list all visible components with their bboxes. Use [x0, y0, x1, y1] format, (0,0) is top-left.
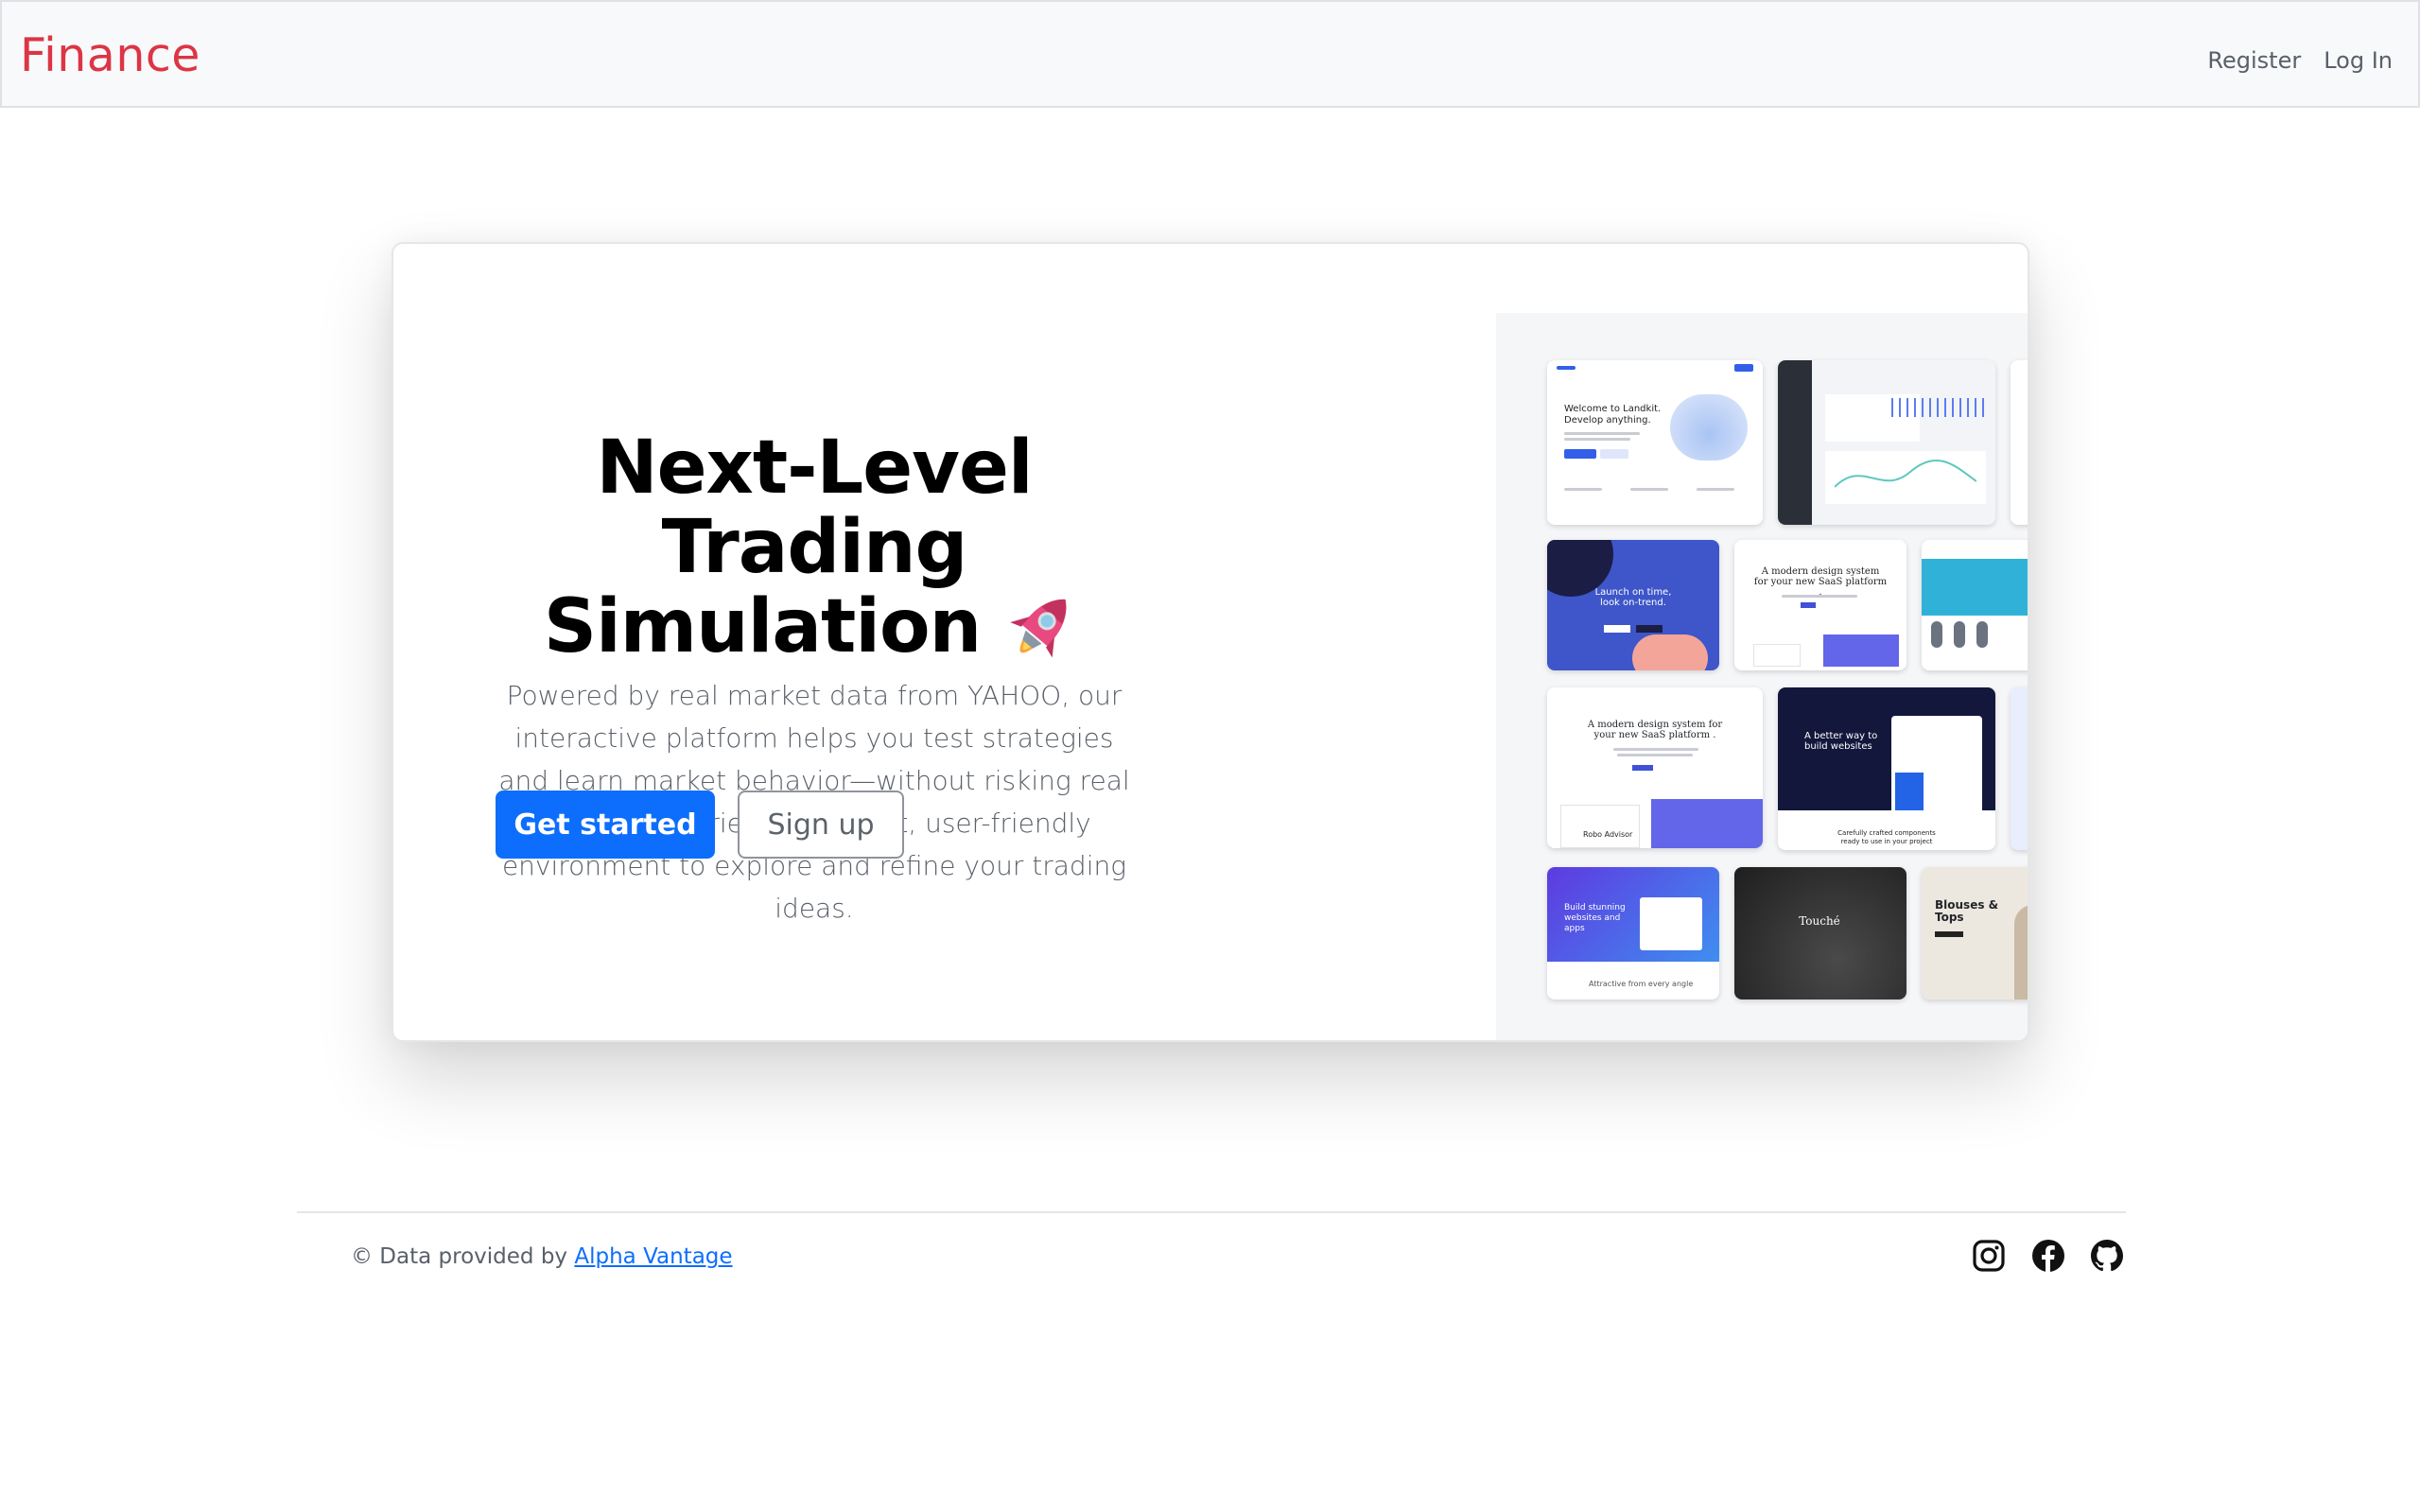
alpha-vantage-link[interactable]: Alpha Vantage	[574, 1244, 732, 1269]
preview-build-stunning: Build stunning websites and apps Attract…	[1547, 867, 1719, 999]
preview-better-way: A better way to build websites Carefully…	[1778, 687, 1995, 850]
instagram-icon[interactable]	[1972, 1239, 2006, 1273]
facebook-icon[interactable]	[2031, 1239, 2065, 1273]
preview-touche: Touché	[1734, 867, 1906, 999]
register-link[interactable]: Register	[2207, 47, 2301, 74]
footer-prefix: © Data provided by	[351, 1244, 568, 1269]
hero-buttons: Get started Sign up	[496, 791, 904, 859]
preview-launch-time: Launch on time, look on-trend.	[1547, 540, 1719, 670]
brand-logo[interactable]: Finance	[20, 28, 200, 82]
preview-landkit-home: Welcome to Landkit. Develop anything.	[1547, 360, 1763, 525]
preview-dashboard	[1778, 360, 1995, 525]
better-way-text: A better way to build websites	[1804, 731, 1878, 752]
landkit-develop-text: Develop anything.	[1564, 415, 1651, 426]
design-system-2-text: A modern design system for your new SaaS…	[1587, 720, 1723, 740]
nav-links: Register Log In	[2207, 47, 2393, 74]
preview-edge-2	[1922, 540, 2028, 670]
navbar: Finance Register Log In	[0, 0, 2420, 108]
get-started-button[interactable]: Get started	[496, 791, 715, 859]
template-preview-collage: Welcome to Landkit. Develop anything. La…	[1496, 313, 2028, 1040]
landkit-welcome-text: Welcome to Landkit.	[1564, 404, 1662, 414]
login-link[interactable]: Log In	[2324, 47, 2393, 74]
hero-title-text: Next-Level Trading Simulation	[543, 426, 1034, 669]
sign-up-button[interactable]: Sign up	[738, 791, 904, 859]
build-stunning-text: Build stunning websites and apps	[1564, 903, 1626, 933]
preview-blouses: Blouses & Tops	[1922, 867, 2028, 999]
carefully-crafted-text: Carefully crafted components ready to us…	[1837, 829, 1936, 845]
touche-text: Touché	[1799, 914, 1840, 928]
launch-time-text: Launch on time, look on-trend.	[1594, 587, 1672, 608]
blouses-text: Blouses & Tops	[1935, 898, 1999, 924]
footer-credit: © Data provided by Alpha Vantage	[351, 1244, 733, 1269]
preview-design-system: A modern design system for your new SaaS…	[1734, 540, 1906, 670]
design-system-text: A modern design system for your new SaaS…	[1753, 566, 1888, 598]
robo-advisor-text: Robo Advisor	[1583, 830, 1633, 839]
preview-edge-3	[2011, 687, 2028, 850]
preview-design-system-2: A modern design system for your new SaaS…	[1547, 687, 1763, 848]
footer-divider	[297, 1211, 2126, 1213]
hero-title: Next-Level Trading Simulation	[488, 428, 1140, 667]
hero-card: Next-Level Trading Simulation Powered by…	[392, 242, 2029, 1042]
github-icon[interactable]	[2090, 1239, 2124, 1273]
attractive-text: Attractive from every angle	[1589, 980, 1694, 988]
preview-edge-1	[2011, 360, 2028, 525]
rocket-icon	[1010, 599, 1067, 658]
